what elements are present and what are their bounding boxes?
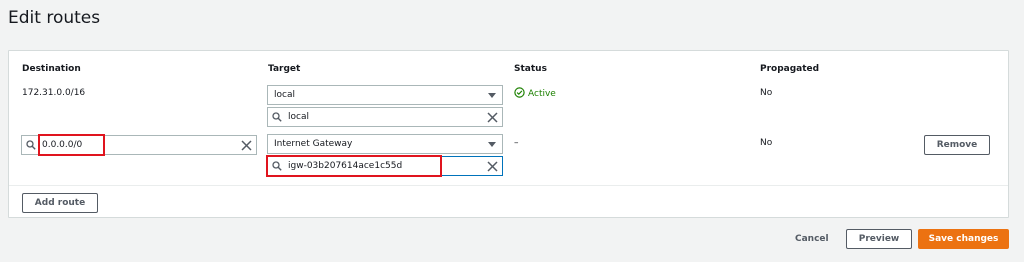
- dropdown-caret-icon: [488, 93, 496, 98]
- target-search-value: igw-03b207614ace1c55d: [288, 161, 403, 171]
- destination-search-value: 0.0.0.0/0: [42, 140, 83, 150]
- target-search-value: local: [288, 112, 309, 122]
- target-type-select[interactable]: local: [267, 85, 503, 105]
- column-header-target: Target: [268, 64, 301, 74]
- search-icon: [268, 161, 286, 171]
- target-search-input[interactable]: local: [267, 107, 503, 127]
- search-icon: [268, 112, 286, 122]
- cancel-button[interactable]: Cancel: [795, 234, 829, 244]
- search-icon: [22, 140, 40, 150]
- target-type-value: Internet Gateway: [274, 139, 353, 149]
- page-title: Edit routes: [8, 8, 101, 28]
- routes-panel: [8, 50, 1009, 218]
- column-header-destination: Destination: [22, 64, 81, 74]
- target-type-select[interactable]: Internet Gateway: [267, 134, 503, 154]
- preview-button[interactable]: Preview: [846, 229, 912, 249]
- check-circle-icon: [514, 87, 525, 101]
- target-search-input[interactable]: igw-03b207614ace1c55d: [267, 156, 503, 176]
- propagated-value: No: [760, 138, 773, 148]
- target-type-value: local: [274, 90, 295, 100]
- status-badge: Active: [514, 87, 556, 101]
- status-text: Active: [528, 89, 556, 99]
- clear-icon[interactable]: [482, 160, 502, 172]
- remove-button[interactable]: Remove: [924, 135, 990, 155]
- route-destination: 172.31.0.0/16: [22, 88, 86, 98]
- status-text: –: [514, 138, 519, 148]
- add-route-button[interactable]: Add route: [22, 193, 98, 213]
- column-header-propagated: Propagated: [760, 64, 820, 74]
- destination-search-input[interactable]: 0.0.0.0/0: [21, 135, 257, 155]
- propagated-value: No: [760, 88, 773, 98]
- dropdown-caret-icon: [488, 142, 496, 147]
- column-header-status: Status: [514, 64, 547, 74]
- panel-divider: [9, 185, 1008, 186]
- save-changes-button[interactable]: Save changes: [918, 229, 1009, 249]
- clear-icon[interactable]: [482, 111, 502, 123]
- clear-icon[interactable]: [236, 139, 256, 151]
